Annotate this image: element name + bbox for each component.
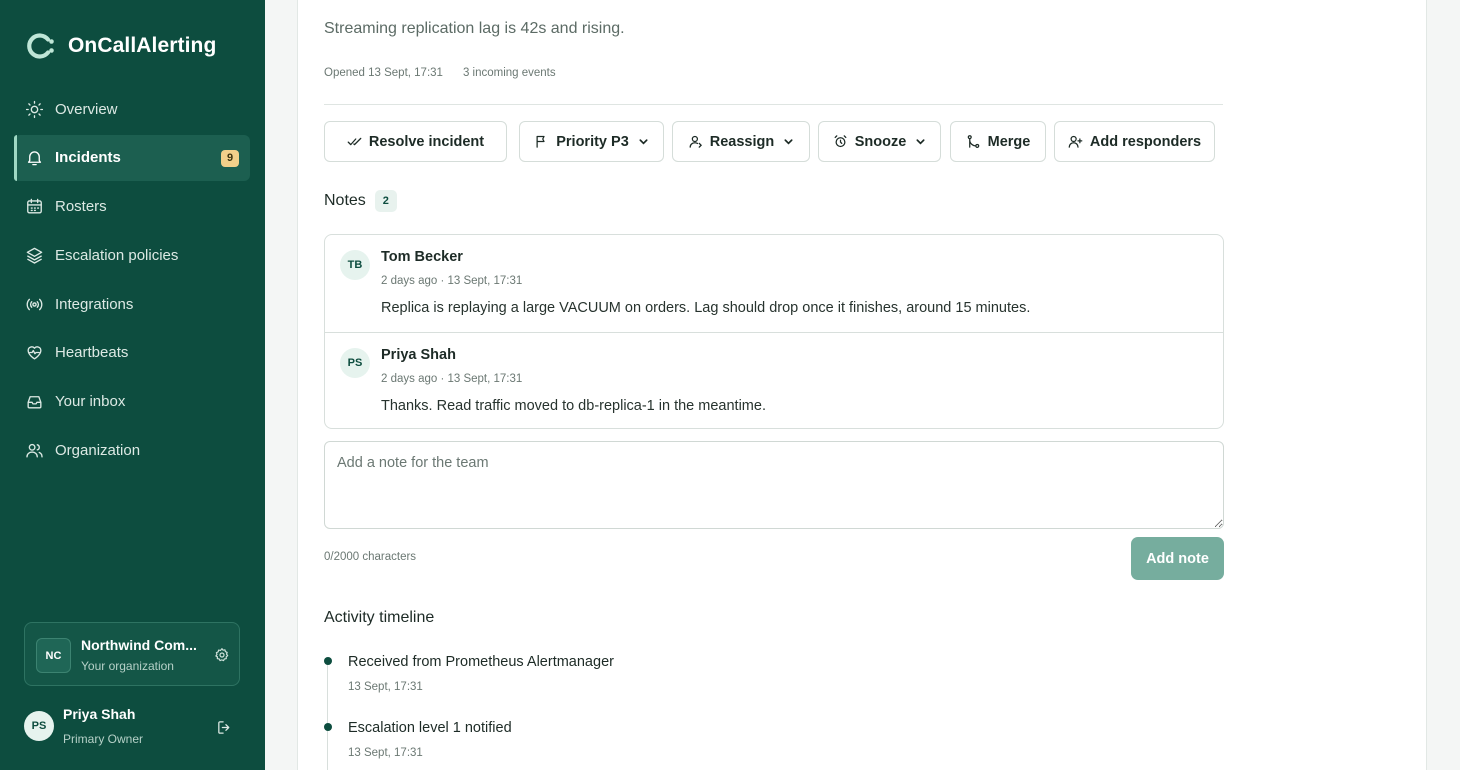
inbox-icon — [27, 396, 42, 409]
sidebar-item-label: Incidents — [55, 149, 121, 167]
user-icon — [689, 135, 702, 148]
timeline-time: 13 Sept, 17:31 — [348, 747, 423, 759]
sidebar-item-label: Integrations — [55, 295, 134, 313]
timeline-text: Escalation level 1 notified — [348, 720, 512, 736]
snooze-label: Snooze — [854, 133, 907, 150]
organization-switcher[interactable]: NC Northwind Com... Your organization — [24, 622, 240, 686]
sidebar-item-label: Organization — [55, 442, 141, 460]
incident-detail: Streaming replication lag is 42s and ris… — [297, 0, 1427, 770]
add-note-button[interactable]: Add note — [1131, 537, 1224, 580]
incident-meta: Opened 13 Sept, 17:31 3 incoming events — [324, 67, 556, 79]
priority-label: Priority P3 — [556, 133, 629, 150]
gear-icon[interactable] — [214, 647, 230, 663]
org-name: Northwind Com... — [81, 637, 197, 653]
note-body: Thanks. Read traffic moved to db-replica… — [381, 398, 766, 414]
sidebar-item-integrations[interactable]: Integrations — [14, 281, 250, 327]
incident-description: Streaming replication lag is 42s and ris… — [324, 20, 625, 37]
timeline-time: 13 Sept, 17:31 — [348, 681, 423, 693]
notes-header: Notes 2 — [324, 190, 397, 212]
git-merge-icon — [967, 135, 979, 148]
merge-label: Merge — [987, 133, 1031, 150]
sidebar-item-label: Your inbox — [55, 393, 126, 411]
snooze-dropdown[interactable]: Snooze — [818, 121, 941, 162]
users-icon — [26, 443, 43, 458]
note-input[interactable] — [324, 441, 1224, 529]
divider — [324, 104, 1223, 105]
logout-icon[interactable] — [216, 719, 233, 736]
sidebar-item-label: Heartbeats — [55, 344, 129, 362]
alarm-clock-icon — [834, 135, 847, 148]
timeline-item: Escalation level 1 notified 13 Sept, 17:… — [324, 716, 924, 770]
brand[interactable]: OnCallAlerting — [24, 31, 216, 61]
note-author: Priya Shah — [381, 347, 456, 363]
double-check-icon — [347, 137, 362, 146]
avatar: TB — [340, 250, 370, 280]
sidebar-item-rosters[interactable]: Rosters — [14, 184, 250, 230]
chevron-down-icon — [916, 139, 925, 145]
sidebar-item-incidents[interactable]: Incidents 9 — [14, 134, 250, 181]
reassign-label: Reassign — [709, 133, 775, 150]
timeline-dot — [324, 657, 332, 665]
brand-name: OnCallAlerting — [68, 34, 217, 57]
note-body: Replica is replaying a large VACUUM on o… — [381, 300, 1031, 316]
user-plus-icon — [1068, 135, 1083, 148]
incoming-events-count: 3 incoming events — [462, 67, 556, 79]
character-count: 0/2000 characters — [324, 551, 417, 563]
logo-icon — [27, 33, 54, 59]
avatar: PS — [340, 348, 370, 378]
chevron-down-icon — [784, 139, 793, 145]
notes-title: Notes — [324, 192, 366, 209]
priority-dropdown[interactable]: Priority P3 — [519, 121, 664, 162]
sidebar: OnCallAlerting Overview Incidents 9 Rost… — [0, 0, 265, 770]
sun-icon — [25, 100, 44, 118]
flag-icon — [536, 135, 545, 148]
sidebar-item-label: Rosters — [55, 198, 107, 216]
sidebar-item-label: Escalation policies — [55, 246, 179, 264]
avatar: PS — [24, 711, 54, 741]
sidebar-item-escalation-policies[interactable]: Escalation policies — [14, 232, 250, 278]
add-responders-label: Add responders — [1089, 133, 1202, 150]
note-item: TB Tom Becker 2 days ago · 13 Sept, 17:3… — [325, 235, 1223, 332]
incident-count-badge: 9 — [221, 149, 239, 167]
note-item: PS Priya Shah 2 days ago · 13 Sept, 17:3… — [325, 332, 1223, 428]
reassign-dropdown[interactable]: Reassign — [672, 121, 810, 162]
broadcast-icon — [26, 298, 43, 311]
opened-time: Opened 13 Sept, 17:31 — [324, 67, 443, 79]
org-avatar: NC — [36, 638, 71, 673]
chevron-down-icon — [639, 139, 648, 145]
timeline-dot — [324, 723, 332, 731]
calendar-icon — [27, 198, 42, 214]
heart-pulse-icon — [27, 346, 42, 360]
sidebar-nav: Overview Incidents 9 Rosters Escalation … — [14, 86, 250, 476]
sidebar-item-organization[interactable]: Organization — [14, 428, 250, 474]
timeline-item: Received from Prometheus Alertmanager 13… — [324, 650, 924, 710]
org-subtitle: Your organization — [81, 659, 174, 673]
note-timestamp: 2 days ago · 13 Sept, 17:31 — [381, 373, 523, 385]
sidebar-item-overview[interactable]: Overview — [14, 86, 250, 132]
note-timestamp: 2 days ago · 13 Sept, 17:31 — [381, 275, 523, 287]
user-role: Primary Owner — [63, 732, 144, 746]
sidebar-item-label: Overview — [55, 100, 118, 118]
sidebar-item-heartbeats[interactable]: Heartbeats — [14, 330, 250, 376]
layers-icon — [26, 247, 43, 264]
user-name: Priya Shah — [63, 706, 136, 722]
resolve-incident-button[interactable]: Resolve incident — [324, 121, 507, 162]
add-responders-button[interactable]: Add responders — [1054, 121, 1215, 162]
sidebar-item-inbox[interactable]: Your inbox — [14, 379, 250, 425]
merge-button[interactable]: Merge — [950, 121, 1046, 162]
bell-icon — [27, 151, 42, 166]
activity-timeline-title: Activity timeline — [324, 609, 435, 626]
note-author: Tom Becker — [381, 249, 463, 265]
resolve-incident-label: Resolve incident — [368, 133, 485, 150]
notes-count-badge: 2 — [374, 190, 397, 212]
current-user: PS Priya Shah Primary Owner — [24, 703, 240, 753]
notes-list: TB Tom Becker 2 days ago · 13 Sept, 17:3… — [324, 234, 1224, 429]
timeline-text: Received from Prometheus Alertmanager — [348, 654, 614, 670]
